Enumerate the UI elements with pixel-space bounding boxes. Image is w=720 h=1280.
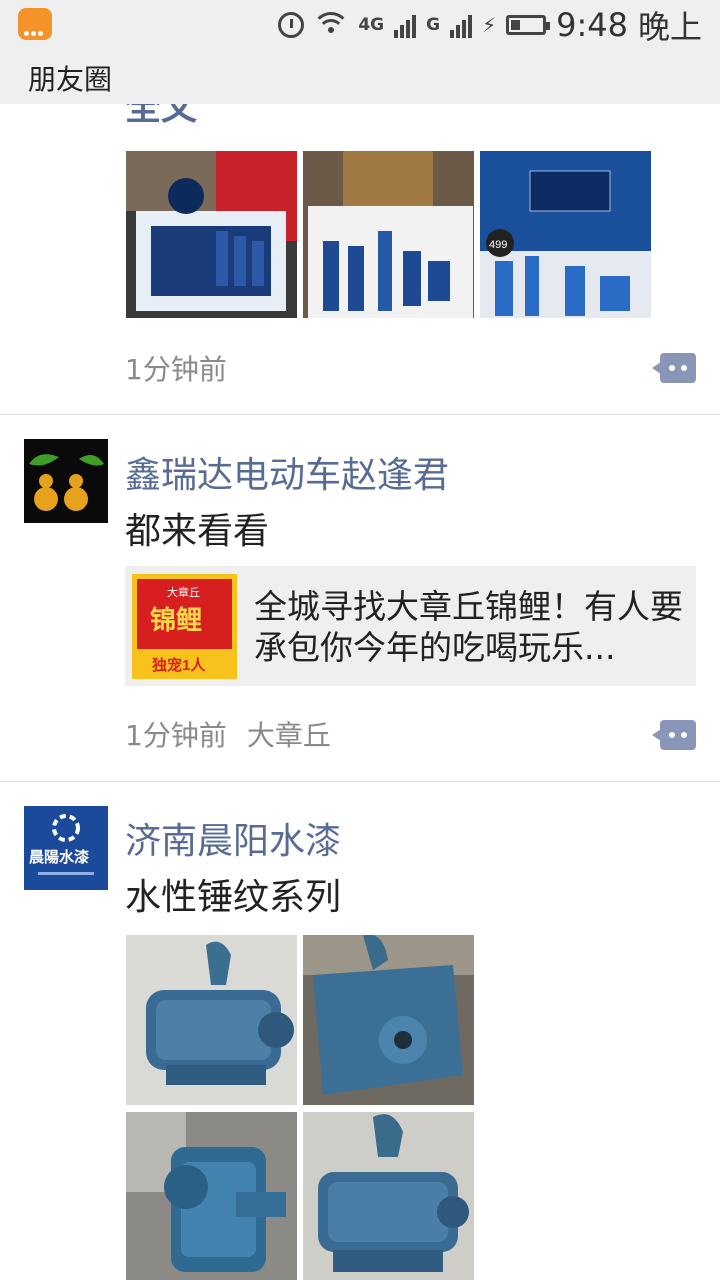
post-location[interactable]: 大章丘 bbox=[247, 719, 331, 752]
post-timestamp: 1分钟前 bbox=[125, 719, 227, 752]
more-icon bbox=[660, 353, 696, 383]
avatar[interactable] bbox=[24, 439, 108, 523]
expand-full-text-link[interactable]: 全文 bbox=[125, 104, 197, 130]
post-photo[interactable] bbox=[303, 1112, 474, 1280]
avatar[interactable]: 晨陽水漆 bbox=[24, 806, 108, 890]
alarm-icon bbox=[278, 12, 305, 38]
post-timestamp: 1分钟前 bbox=[125, 353, 227, 386]
comment-button[interactable] bbox=[652, 353, 696, 383]
app-notification-icon bbox=[18, 8, 52, 40]
signal-icon bbox=[394, 12, 417, 38]
page-title: 朋友圈 bbox=[28, 63, 113, 96]
post-text: 都来看看 bbox=[125, 511, 270, 552]
network-type-label: 4G bbox=[358, 15, 385, 35]
post-text: 水性锤纹系列 bbox=[125, 877, 342, 918]
status-bar: 4G G ⚡ 9:48 晚上 bbox=[0, 0, 720, 50]
post-photo[interactable]: 499 bbox=[480, 151, 651, 318]
price-badge: 499 bbox=[489, 239, 507, 251]
clock-period: 晚上 bbox=[637, 8, 702, 46]
post-photo[interactable] bbox=[303, 151, 474, 318]
post-photo[interactable] bbox=[303, 935, 474, 1105]
link-title: 全城寻找大章丘锦鲤！有人要承包你今年的吃喝玩乐... bbox=[254, 587, 683, 667]
post-meta: 1分钟前 大章丘 bbox=[125, 714, 351, 754]
signal-icon-2 bbox=[450, 12, 473, 38]
post-photo[interactable] bbox=[126, 1112, 297, 1280]
comment-button[interactable] bbox=[652, 720, 696, 750]
clock-time: 9:48 bbox=[556, 6, 628, 44]
more-icon bbox=[660, 720, 696, 750]
author-name[interactable]: 鑫瑞达电动车赵逢君 bbox=[125, 446, 449, 498]
network-type-label-2: G bbox=[426, 15, 441, 35]
post-photo[interactable] bbox=[126, 151, 297, 318]
svg-text:晨陽水漆: 晨陽水漆 bbox=[29, 848, 89, 866]
author-name[interactable]: 济南晨阳水漆 bbox=[125, 812, 341, 864]
post-divider bbox=[0, 414, 720, 415]
svg-text:锦鲤: 锦鲤 bbox=[150, 605, 202, 635]
wifi-icon bbox=[312, 12, 351, 38]
post-photo[interactable] bbox=[126, 935, 297, 1105]
title-bar: 朋友圈 bbox=[0, 50, 720, 104]
battery-icon bbox=[506, 15, 551, 35]
link-thumbnail: 大章丘 锦鲤 独宠1人 bbox=[132, 574, 237, 679]
svg-text:大章丘: 大章丘 bbox=[167, 585, 200, 599]
charging-icon: ⚡ bbox=[482, 13, 497, 37]
shared-link-card[interactable]: 大章丘 锦鲤 独宠1人 全城寻找大章丘锦鲤！有人要承包你今年的吃喝玩乐... bbox=[125, 566, 696, 686]
svg-text:独宠1人: 独宠1人 bbox=[152, 656, 206, 674]
post-divider bbox=[0, 781, 720, 782]
moments-feed[interactable]: 全文 499 1分钟前 鑫瑞达电动车赵逢君 都来看看 大章丘 锦鲤 独宠1人 全… bbox=[0, 104, 720, 1280]
